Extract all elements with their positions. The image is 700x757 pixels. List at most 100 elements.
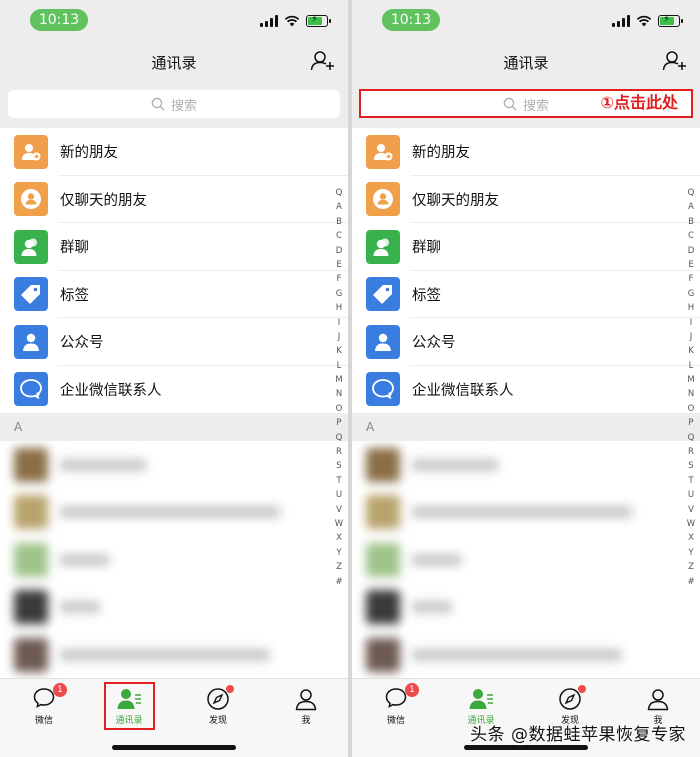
- contact-name-blurred: [60, 648, 270, 661]
- avatar: [366, 542, 400, 577]
- index-letter[interactable]: I: [338, 316, 341, 330]
- index-letter[interactable]: Y: [336, 546, 341, 560]
- index-letter[interactable]: T: [336, 474, 341, 488]
- index-letter[interactable]: P: [336, 416, 341, 430]
- search-bar[interactable]: 搜索: [8, 90, 340, 118]
- menu-item-label: 新的朋友: [60, 145, 118, 162]
- contact-row[interactable]: [0, 441, 348, 489]
- index-letter[interactable]: L: [337, 359, 342, 373]
- index-letter[interactable]: E: [336, 258, 341, 272]
- contact-row[interactable]: [0, 536, 348, 584]
- index-letter[interactable]: L: [689, 359, 694, 373]
- menu-item-group-chat[interactable]: 群聊: [0, 223, 348, 271]
- index-letter[interactable]: W: [687, 517, 695, 531]
- index-letter[interactable]: D: [336, 244, 343, 258]
- avatar: [366, 447, 400, 482]
- contact-list: [352, 441, 700, 679]
- alphabet-index[interactable]: Q A B C D E F G H I J K L M N O P Q R S T U V W X Y Z #: [333, 186, 345, 589]
- contact-row[interactable]: [0, 489, 348, 537]
- index-letter[interactable]: B: [688, 215, 694, 229]
- index-letter[interactable]: E: [688, 258, 693, 272]
- index-letter[interactable]: F: [337, 272, 342, 286]
- menu-item-official-account[interactable]: 公众号: [352, 318, 700, 366]
- index-letter[interactable]: W: [335, 517, 343, 531]
- index-letter[interactable]: X: [336, 531, 342, 545]
- tab-discover[interactable]: 发现: [193, 685, 243, 726]
- watermark: 头条 @数据蛙苹果恢复专家: [470, 725, 686, 745]
- index-letter[interactable]: U: [336, 488, 342, 502]
- add-contact-icon[interactable]: [662, 50, 688, 72]
- menu-item-official-account[interactable]: 公众号: [0, 318, 348, 366]
- index-letter[interactable]: J: [338, 330, 341, 344]
- index-letter[interactable]: H: [688, 301, 694, 315]
- menu-item-label: 新的朋友: [412, 145, 470, 162]
- index-letter[interactable]: Z: [336, 560, 342, 574]
- tab-me[interactable]: 我: [281, 687, 331, 726]
- index-letter[interactable]: X: [688, 531, 694, 545]
- menu-item-label: 企业微信联系人: [412, 382, 514, 399]
- avatar: [366, 637, 400, 672]
- index-letter[interactable]: V: [336, 503, 342, 517]
- index-letter[interactable]: Q: [336, 186, 343, 200]
- index-letter[interactable]: C: [336, 229, 342, 243]
- index-letter[interactable]: Y: [688, 546, 693, 560]
- contact-name-blurred: [60, 506, 280, 519]
- index-letter[interactable]: A: [688, 200, 694, 214]
- index-letter[interactable]: #: [335, 575, 342, 589]
- index-letter[interactable]: N: [688, 387, 694, 401]
- index-letter[interactable]: D: [688, 244, 695, 258]
- index-letter[interactable]: Q: [336, 431, 343, 445]
- menu-item-add-friend[interactable]: 新的朋友: [0, 128, 348, 176]
- index-letter[interactable]: G: [688, 287, 695, 301]
- index-letter[interactable]: F: [689, 272, 694, 286]
- menu-item-group-chat[interactable]: 群聊: [352, 223, 700, 271]
- tab-chat[interactable]: 1 微信: [371, 683, 421, 726]
- contact-list: [0, 441, 348, 679]
- index-letter[interactable]: R: [688, 445, 694, 459]
- index-letter[interactable]: Q: [688, 431, 695, 445]
- contact-row[interactable]: [0, 631, 348, 679]
- menu-item-tag[interactable]: 标签: [352, 271, 700, 318]
- index-letter[interactable]: I: [690, 316, 693, 330]
- index-letter[interactable]: #: [687, 575, 694, 589]
- index-letter[interactable]: H: [336, 301, 342, 315]
- menu-item-add-friend[interactable]: 新的朋友: [352, 128, 700, 176]
- index-letter[interactable]: C: [688, 229, 694, 243]
- menu-item-work-wechat[interactable]: 企业微信联系人: [352, 366, 700, 414]
- index-letter[interactable]: P: [688, 416, 693, 430]
- index-letter[interactable]: Q: [688, 186, 695, 200]
- index-letter[interactable]: S: [336, 459, 341, 473]
- index-letter[interactable]: V: [688, 503, 694, 517]
- index-letter[interactable]: N: [336, 387, 342, 401]
- index-letter[interactable]: S: [688, 459, 693, 473]
- tab-label: 微信: [386, 716, 405, 726]
- contact-row[interactable]: [352, 631, 700, 679]
- contact-row[interactable]: [352, 489, 700, 537]
- index-letter[interactable]: A: [336, 200, 342, 214]
- contact-row[interactable]: [352, 441, 700, 489]
- index-letter[interactable]: O: [336, 402, 343, 416]
- index-letter[interactable]: Z: [688, 560, 694, 574]
- home-indicator: [112, 745, 236, 750]
- index-letter[interactable]: R: [336, 445, 342, 459]
- index-letter[interactable]: K: [336, 344, 342, 358]
- add-contact-icon[interactable]: [310, 50, 336, 72]
- contact-row[interactable]: [352, 584, 700, 632]
- index-letter[interactable]: B: [336, 215, 342, 229]
- index-letter[interactable]: M: [335, 373, 342, 387]
- alphabet-index[interactable]: Q A B C D E F G H I J K L M N O P Q R S T U V W X Y Z #: [685, 186, 697, 589]
- index-letter[interactable]: T: [688, 474, 693, 488]
- index-letter[interactable]: U: [688, 488, 694, 502]
- menu-item-chat-only-friend[interactable]: 仅聊天的朋友: [0, 176, 348, 223]
- index-letter[interactable]: M: [687, 373, 694, 387]
- index-letter[interactable]: G: [336, 287, 343, 301]
- index-letter[interactable]: O: [688, 402, 695, 416]
- menu-item-tag[interactable]: 标签: [0, 271, 348, 318]
- contact-row[interactable]: [0, 584, 348, 632]
- index-letter[interactable]: J: [690, 330, 693, 344]
- tab-chat[interactable]: 1 微信: [19, 683, 69, 726]
- menu-item-work-wechat[interactable]: 企业微信联系人: [0, 366, 348, 414]
- menu-item-chat-only-friend[interactable]: 仅聊天的朋友: [352, 176, 700, 223]
- contact-row[interactable]: [352, 536, 700, 584]
- index-letter[interactable]: K: [688, 344, 694, 358]
